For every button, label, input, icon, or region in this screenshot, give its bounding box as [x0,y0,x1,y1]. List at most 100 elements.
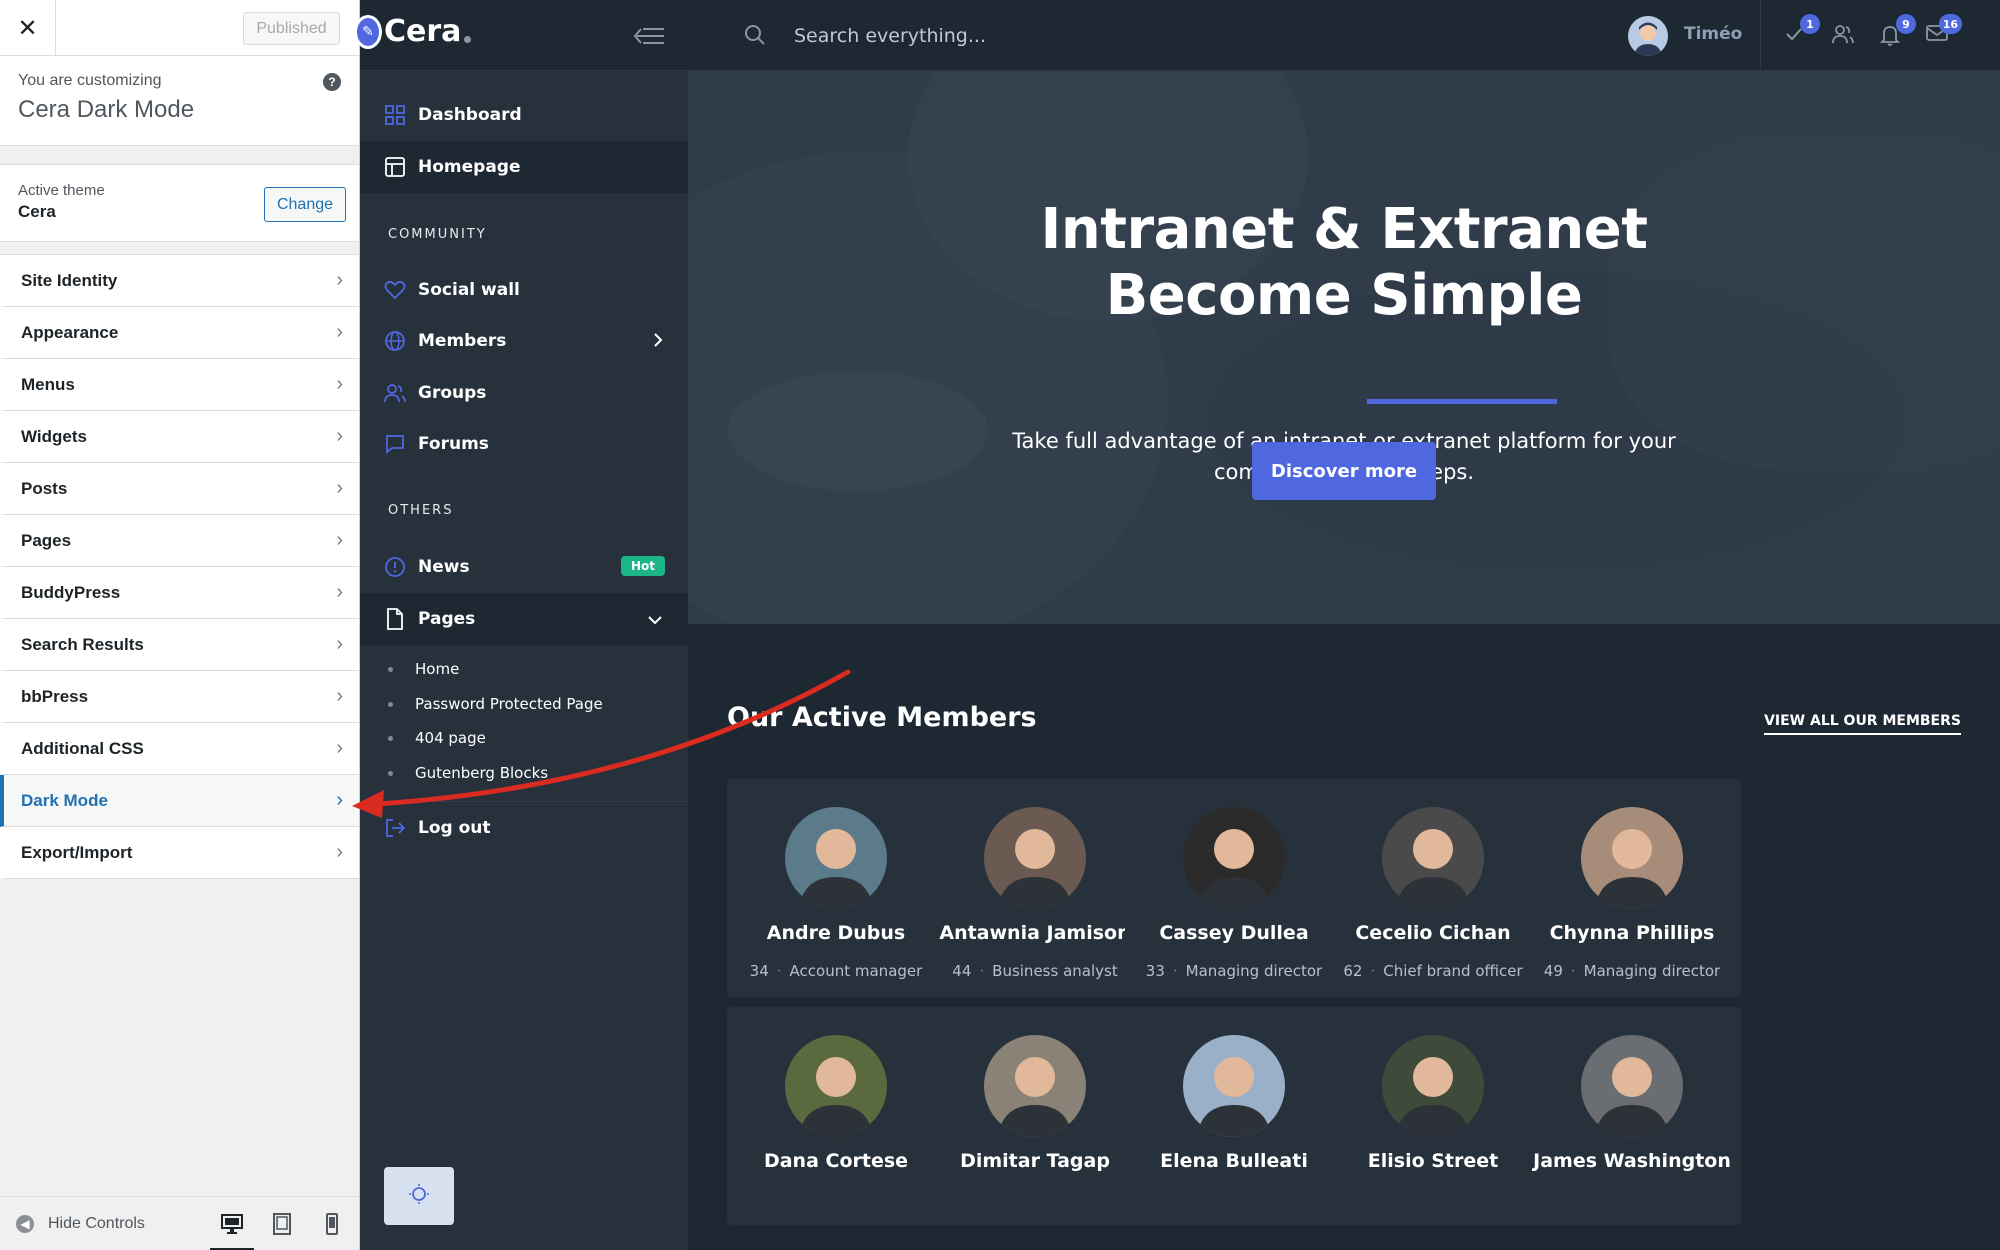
search-icon[interactable] [744,24,766,50]
sidebar-item-pages[interactable]: Pages [360,593,688,645]
member-name[interactable]: Chynna Phillips [1523,922,1741,944]
member-meta: 33 · Managing director [1125,962,1343,980]
member-card[interactable]: Chynna Phillips 49 · Managing director [1523,779,1741,997]
customizer-section-menus[interactable]: Menus › [0,359,359,411]
customizer-section-appearance[interactable]: Appearance › [0,307,359,359]
chevron-right-icon: › [336,321,343,343]
member-meta: 62 · Chief brand officer [1324,962,1542,980]
friends-icon[interactable] [1832,24,1856,48]
member-avatar[interactable] [1581,1035,1683,1137]
member-name[interactable]: Dana Cortese [727,1150,945,1172]
desktop-preview-icon[interactable] [210,1210,254,1250]
chevron-down-icon [646,611,664,631]
sidebar-item-homepage[interactable]: Homepage [360,141,688,193]
view-all-members-link[interactable]: VIEW ALL OUR MEMBERS [1764,713,1961,735]
sidebar-item-members[interactable]: Members [360,315,688,367]
member-name[interactable]: Antawnia Jamison [926,922,1144,944]
customizer-section-label: Appearance [21,322,119,342]
close-customizer-button[interactable]: ✕ [0,0,56,56]
search-input[interactable] [794,20,1294,52]
sidebar-item-groups[interactable]: Groups [360,367,688,419]
dark-mode-toggle-button[interactable] [384,1167,454,1225]
sun-icon [408,1183,430,1209]
submenu-item-gutenberg[interactable]: Gutenberg Blocks [388,764,548,782]
customizer-section-label: bbPress [21,686,89,706]
sidebar-item-label: Groups [418,383,487,403]
submenu-item-404[interactable]: 404 page [388,729,486,747]
member-name[interactable]: James Washington [1523,1150,1741,1172]
customizer-section-label: Posts [21,478,68,498]
chevron-right-icon: › [336,841,343,863]
sidebar-item-logout[interactable]: Log out [360,801,688,853]
member-name[interactable]: Cassey Dullea [1125,922,1343,944]
customizer-section-bbpress[interactable]: bbPress › [0,671,359,723]
member-name[interactable]: Elisio Street [1324,1150,1542,1172]
member-avatar[interactable] [785,1035,887,1137]
member-avatar[interactable] [984,807,1086,909]
tasks-icon[interactable]: 1 [1784,14,1820,48]
member-card[interactable]: James Washington [1523,1007,1741,1225]
customizer-section-pages[interactable]: Pages › [0,515,359,567]
customizer-section-search-results[interactable]: Search Results › [0,619,359,671]
hide-controls-button[interactable]: Hide Controls [48,1215,145,1233]
collapse-sidebar-icon[interactable] [633,26,665,50]
user-name[interactable]: Timéo [1684,24,1742,44]
published-button[interactable]: Published [243,12,340,45]
member-card[interactable]: Dana Cortese [727,1007,945,1225]
member-card[interactable]: Elena Bulleati [1125,1007,1343,1225]
member-avatar[interactable] [1183,807,1285,909]
member-card[interactable]: Cecelio Cichan 62 · Chief brand officer [1324,779,1542,997]
customizer-section-additional-css[interactable]: Additional CSS › [0,723,359,775]
sidebar-item-forums[interactable]: Forums [360,418,688,470]
groups-icon [384,382,406,404]
customizer-section-widgets[interactable]: Widgets › [0,411,359,463]
change-theme-button[interactable]: Change [264,187,346,222]
customizing-info: You are customizing Cera Dark Mode ? [0,56,359,146]
customizer-section-posts[interactable]: Posts › [0,463,359,515]
member-avatar[interactable] [1581,807,1683,909]
sidebar-item-label: Dashboard [418,105,522,125]
site-logo[interactable]: ✎ Cera [354,14,472,49]
member-avatar[interactable] [1382,807,1484,909]
customizer-section-buddypress[interactable]: BuddyPress › [0,567,359,619]
member-name[interactable]: Andre Dubus [727,922,945,944]
customizer-section-site-identity[interactable]: Site Identity › [0,255,359,307]
messages-icon[interactable]: 16 [1926,14,1962,48]
member-meta: 49 · Managing director [1523,962,1741,980]
chevron-right-icon: › [336,269,343,291]
logo-dot [464,36,472,43]
member-card[interactable]: Andre Dubus 34 · Account manager [727,779,945,997]
chevron-right-icon: › [336,581,343,603]
member-card[interactable]: Dimitar Tagap [926,1007,1144,1225]
hide-controls-icon[interactable]: ◀ [16,1214,34,1233]
sidebar-item-label: Log out [418,817,491,838]
file-icon [384,608,406,630]
member-avatar[interactable] [984,1035,1086,1137]
discover-more-button[interactable]: Discover more [1252,442,1436,500]
sidebar-item-social-wall[interactable]: Social wall [360,264,688,316]
customizer-section-export-import[interactable]: Export/Import › [0,827,359,879]
member-card[interactable]: Antawnia Jamison 44 · Business analyst [926,779,1144,997]
submenu-item-home[interactable]: Home [388,660,459,678]
member-name[interactable]: Elena Bulleati [1125,1150,1343,1172]
mobile-preview-icon[interactable] [318,1210,346,1238]
help-icon[interactable]: ? [323,73,341,91]
sidebar-item-dashboard[interactable]: Dashboard [360,89,688,141]
customizer-section-dark-mode[interactable]: Dark Mode › [0,775,359,827]
member-card[interactable]: Elisio Street [1324,1007,1542,1225]
member-card[interactable]: Cassey Dullea 33 · Managing director [1125,779,1343,997]
member-avatar[interactable] [1183,1035,1285,1137]
meta-separator: · [1570,962,1576,980]
notifications-icon[interactable]: 9 [1879,14,1916,48]
member-name[interactable]: Dimitar Tagap [926,1150,1144,1172]
member-avatar[interactable] [1382,1035,1484,1137]
customizer-header: ✕ Published [0,0,359,56]
tablet-preview-icon[interactable] [268,1210,296,1238]
member-age: 49 [1543,962,1563,980]
submenu-item-password-protected[interactable]: Password Protected Page [388,695,603,713]
logout-icon [384,817,406,839]
user-avatar[interactable] [1628,16,1668,56]
member-avatar[interactable] [785,807,887,909]
member-name[interactable]: Cecelio Cichan [1324,922,1542,944]
sidebar-item-news[interactable]: News Hot [360,541,688,593]
